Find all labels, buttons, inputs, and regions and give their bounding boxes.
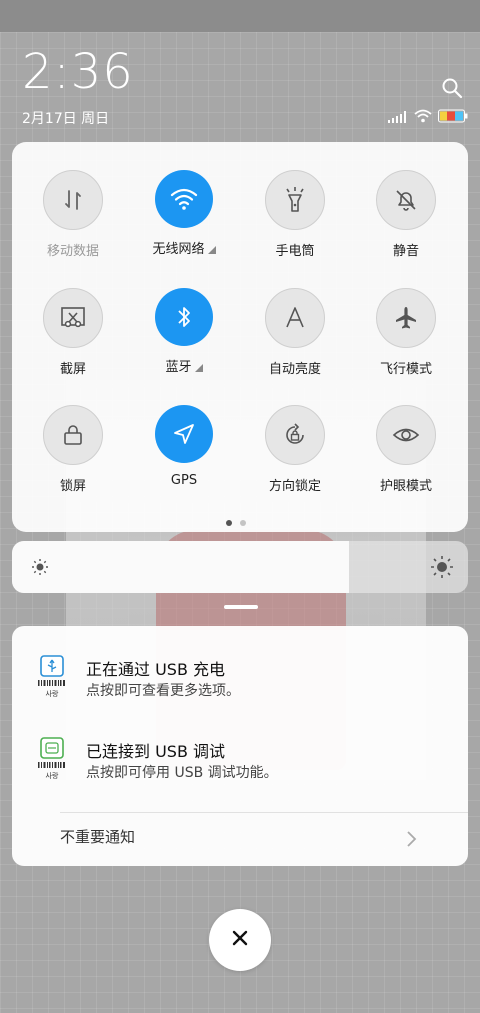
tile-label: 蓝牙 xyxy=(165,360,192,375)
tile-label: 锁屏 xyxy=(59,479,86,494)
date-label: 2月17日 周日 xyxy=(22,111,110,127)
tile-label: GPS xyxy=(170,473,198,488)
drag-handle[interactable] xyxy=(224,605,258,609)
page-indicator xyxy=(226,520,246,526)
wifi-icon xyxy=(414,108,432,127)
notification-subtitle: 点按即可停用 USB 调试功能。 xyxy=(86,765,278,781)
tile-airplane[interactable]: 飞行模式 xyxy=(351,288,461,377)
expand-triangle-icon xyxy=(207,245,216,254)
lock-icon xyxy=(43,405,103,465)
rotation-lock-icon xyxy=(265,405,325,465)
brightness-high-icon xyxy=(430,555,454,579)
notification-subtitle: 点按即可查看更多选项。 xyxy=(86,683,240,699)
page-dot[interactable] xyxy=(226,520,232,526)
app-icon-text: 사랑 xyxy=(46,689,59,698)
mute-bell-icon xyxy=(376,170,436,230)
tile-label: 护眼模式 xyxy=(379,479,432,494)
mobile-data-icon xyxy=(43,170,103,230)
brightness-slider[interactable] xyxy=(12,541,468,593)
status-strip xyxy=(0,0,480,32)
page-dot[interactable] xyxy=(240,520,246,526)
search-icon[interactable] xyxy=(440,76,464,100)
eye-icon xyxy=(376,405,436,465)
signal-icon xyxy=(388,108,408,127)
tile-label: 手电筒 xyxy=(275,244,315,259)
brightness-low-icon xyxy=(30,557,50,577)
notification-item[interactable]: 사랑 正在通过 USB 充电 点按即可查看更多选项。 xyxy=(12,652,468,712)
screenshot-icon xyxy=(43,288,103,348)
usb-icon: 사랑 xyxy=(36,654,68,700)
tile-label: 移动数据 xyxy=(46,244,99,259)
airplane-icon xyxy=(376,288,436,348)
notification-title: 已连接到 USB 调试 xyxy=(86,742,226,761)
quick-settings-panel: 移动数据 无线网络 手电筒 静音 截屏 蓝牙 自动亮度 飞行模式 锁屏 GPS … xyxy=(12,142,468,532)
notification-panel: 사랑 正在通过 USB 充电 点按即可查看更多选项。 사랑 已连接到 USB 调… xyxy=(12,626,468,866)
minor-notifications-link[interactable]: 不重要通知 xyxy=(60,826,135,847)
tile-mobile-data[interactable]: 移动数据 xyxy=(18,170,128,259)
battery-icon xyxy=(438,108,468,127)
tile-gps[interactable]: GPS xyxy=(129,405,239,488)
notification-item[interactable]: 사랑 已连接到 USB 调试 点按即可停用 USB 调试功能。 xyxy=(12,734,468,794)
flashlight-icon xyxy=(265,170,325,230)
status-icons xyxy=(388,108,468,126)
bluetooth-icon xyxy=(155,288,213,346)
tile-auto-brightness[interactable]: 自动亮度 xyxy=(240,288,350,377)
tile-bluetooth[interactable]: 蓝牙 xyxy=(129,288,239,375)
tile-label: 无线网络 xyxy=(152,242,205,257)
app-icon-text: 사랑 xyxy=(46,771,59,780)
tile-flashlight[interactable]: 手电筒 xyxy=(240,170,350,259)
tile-lock-screen[interactable]: 锁屏 xyxy=(18,405,128,494)
wifi-icon xyxy=(155,170,213,228)
divider xyxy=(60,812,468,813)
clock: 2:36 xyxy=(22,44,134,100)
tile-mute[interactable]: 静音 xyxy=(351,170,461,259)
tile-eye-care[interactable]: 护眼模式 xyxy=(351,405,461,494)
tile-wifi[interactable]: 无线网络 xyxy=(129,170,239,257)
brightness-fill xyxy=(12,541,350,593)
android-debug-icon: 사랑 xyxy=(36,736,68,782)
expand-triangle-icon xyxy=(194,363,203,372)
tile-label: 方向锁定 xyxy=(268,479,321,494)
tile-label: 飞行模式 xyxy=(379,362,432,377)
tile-label: 自动亮度 xyxy=(268,362,321,377)
tile-label: 截屏 xyxy=(59,362,86,377)
chevron-right-icon[interactable] xyxy=(404,830,418,848)
tile-rotation-lock[interactable]: 方向锁定 xyxy=(240,405,350,494)
auto-brightness-icon xyxy=(265,288,325,348)
gps-icon xyxy=(155,405,213,463)
tile-label: 静音 xyxy=(392,244,419,259)
close-icon xyxy=(231,929,249,951)
notification-title: 正在通过 USB 充电 xyxy=(86,660,226,679)
tile-screenshot[interactable]: 截屏 xyxy=(18,288,128,377)
clear-all-button[interactable] xyxy=(209,909,271,971)
